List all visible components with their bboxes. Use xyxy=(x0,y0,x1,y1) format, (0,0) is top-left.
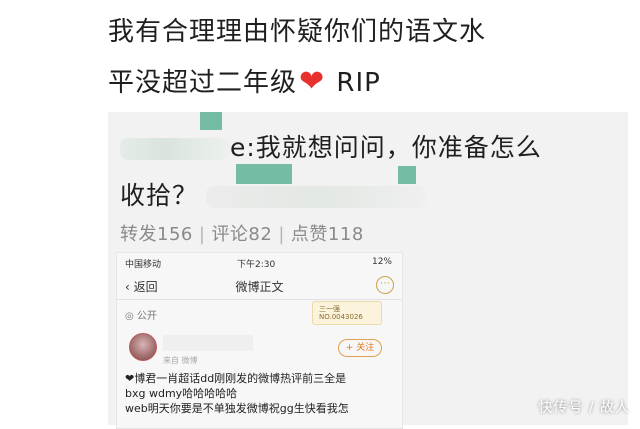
carrier-label: 中国移动 xyxy=(125,260,162,270)
weibo-line-1: ❤博君一肖超话dd刚刚发的微博热评前三全是 xyxy=(125,372,347,385)
blurred-text xyxy=(206,186,427,208)
embedded-screenshot: 中国移动 下午2:30 12% ‹ 返回 微博正文 ⋯ ◎ 公开 三一强 NO.… xyxy=(116,252,403,429)
globe-icon: ◎ xyxy=(125,311,134,322)
post-meta: 来自 微博 xyxy=(163,356,198,365)
fan-badge: 三一强 NO.0043026 xyxy=(312,301,382,325)
visibility-label: ◎ 公开 xyxy=(125,307,157,322)
stats-separator: | xyxy=(198,224,206,245)
repost-line-2: 收拾？ xyxy=(120,172,620,220)
weibo-line-3: web明天你要是不单独发微博祝gg生快看我怎 xyxy=(125,402,349,415)
stats-separator: | xyxy=(278,224,285,245)
repost-text: e:我就想问问，你准备怎么 收拾？ xyxy=(120,124,620,220)
weibo-line-2: bxg wdmy哈哈哈哈哈 xyxy=(125,387,238,400)
repost-stats: 转发156 | 评论82 | 点赞118 xyxy=(120,220,364,246)
nav-bar: ‹ 返回 微博正文 ⋯ xyxy=(117,273,402,300)
repost-line-1: e:我就想问问，你准备怎么 xyxy=(120,124,620,172)
weibo-body: ❤博君一肖超话dd刚刚发的微博热评前三全是 bxg wdmy哈哈哈哈哈 web明… xyxy=(125,371,395,416)
post-line-2: 平没超过二年级❤ RIP xyxy=(108,57,628,108)
post-text: 我有合理理由怀疑你们的语文水 平没超过二年级❤ RIP xyxy=(108,8,628,108)
repost-line-1-text: e:我就想问问，你准备怎么 xyxy=(230,133,542,162)
avatar[interactable] xyxy=(129,333,157,361)
battery-label: 12% xyxy=(371,257,392,267)
repost-line-2-text: 收拾？ xyxy=(120,181,199,210)
more-icon[interactable]: ⋯ xyxy=(376,276,394,294)
post-line-1: 我有合理理由怀疑你们的语文水 xyxy=(108,17,487,47)
badge-number: NO.0043026 xyxy=(319,313,363,321)
blurred-username xyxy=(163,335,253,351)
comment-count[interactable]: 评论82 xyxy=(211,224,272,245)
repost-card[interactable]: e:我就想问问，你准备怎么 收拾？ 转发156 | 评论82 | 点赞118 中国移动 … xyxy=(108,112,628,429)
like-count[interactable]: 点赞118 xyxy=(291,224,364,245)
repost-count[interactable]: 转发156 xyxy=(120,224,193,245)
watermark: 快传号 / 故人 xyxy=(538,400,630,416)
clock-label: 下午2:30 xyxy=(237,260,276,270)
blurred-username[interactable] xyxy=(120,138,230,160)
post-line-2-text: 平没超过二年级 xyxy=(108,68,298,98)
status-bar: 中国移动 下午2:30 12% xyxy=(117,253,402,271)
heart-icon: ❤ xyxy=(299,64,326,99)
rip-text: RIP xyxy=(336,68,381,98)
visibility-text: 公开 xyxy=(136,311,157,322)
nav-title: 微博正文 xyxy=(235,280,284,294)
follow-button[interactable]: + 关注 xyxy=(338,339,382,357)
